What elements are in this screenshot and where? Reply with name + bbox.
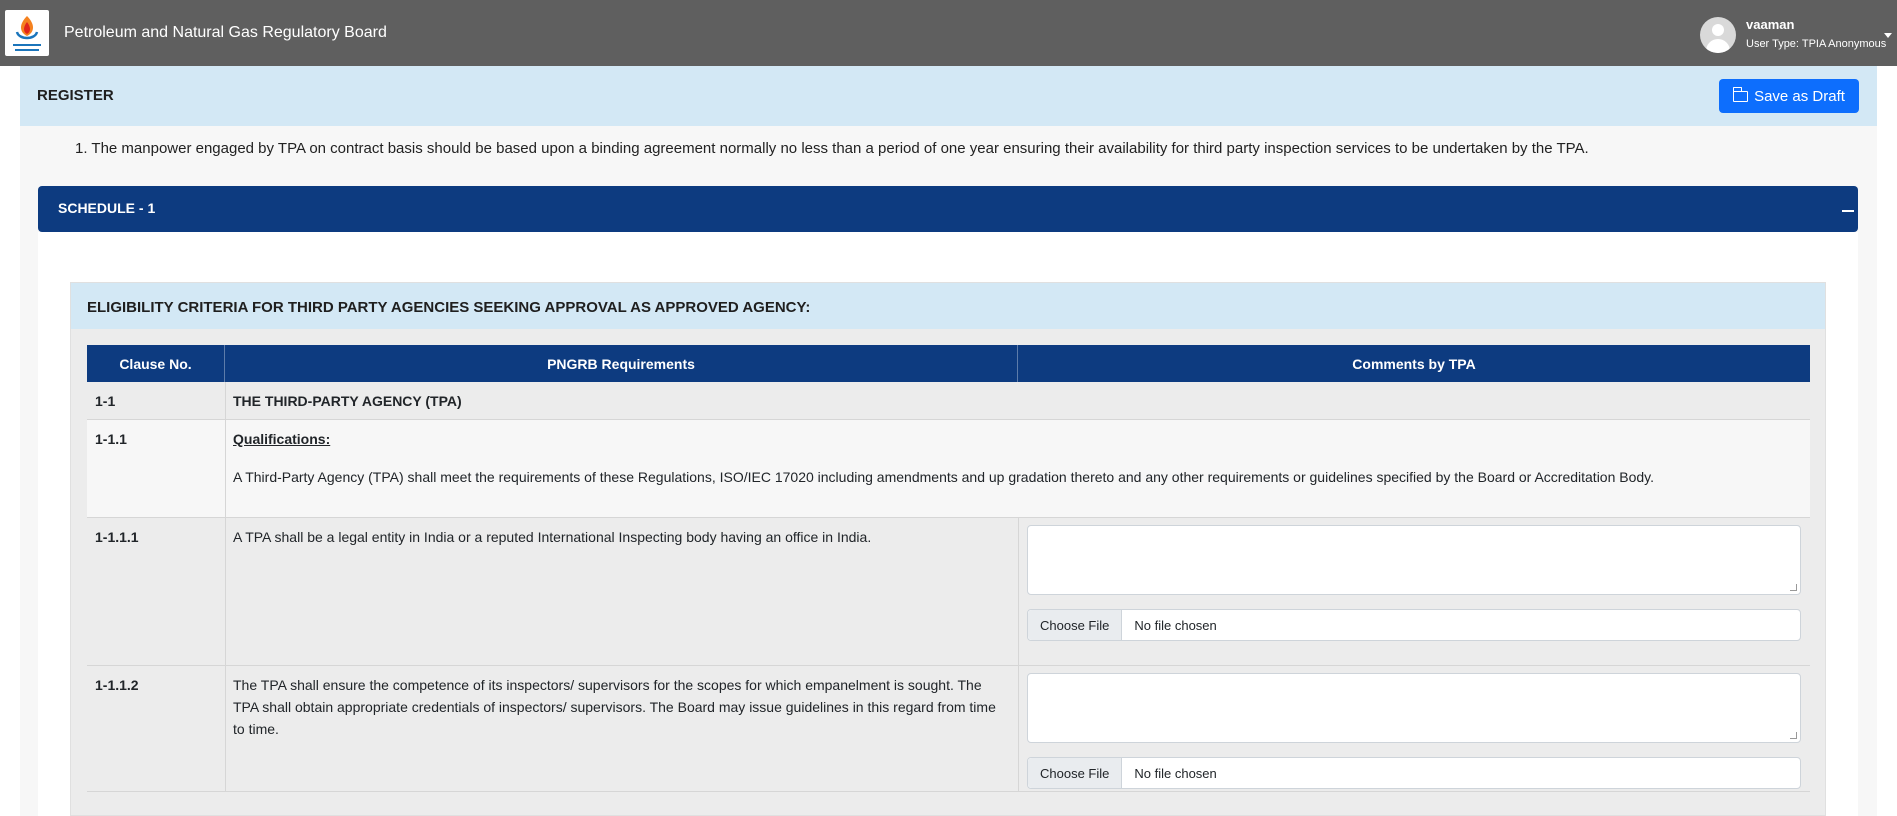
clause-number: 1-1.1 [95,431,127,447]
criteria-title: ELIGIBILITY CRITERIA FOR THIRD PARTY AGE… [87,299,811,316]
user-name[interactable]: vaaman [1746,17,1794,32]
column-header-comments: Comments by TPA [1018,345,1810,382]
user-avatar-icon[interactable] [1700,17,1736,53]
file-status: No file chosen [1134,765,1217,781]
collapse-icon[interactable] [1842,210,1854,212]
table-row: 1-1.1.1 A TPA shall be a legal entity in… [87,518,1810,666]
schedule-title: SCHEDULE - 1 [58,200,156,216]
eligibility-criteria-card: ELIGIBILITY CRITERIA FOR THIRD PARTY AGE… [70,282,1826,816]
table-row: 1-1.1 Qualifications: A Third-Party Agen… [87,420,1810,518]
user-type: User Type: TPIA Anonymous [1746,38,1887,50]
user-menu-caret-icon[interactable] [1884,33,1892,38]
comment-textarea[interactable] [1027,673,1801,743]
requirement-text: A Third-Party Agency (TPA) shall meet th… [233,469,1655,485]
app-title: Petroleum and Natural Gas Regulatory Boa… [64,24,387,41]
clause-number: 1-1.1.2 [95,677,139,693]
save-as-draft-label: Save as Draft [1754,87,1845,105]
schedule-1-header[interactable]: SCHEDULE - 1 [38,186,1858,232]
table-row: 1-1.1.2 The TPA shall ensure the compete… [87,666,1810,792]
column-header-clause: Clause No. [87,345,225,382]
register-bar: REGISTER Save as Draft [20,66,1877,126]
top-bar: Petroleum and Natural Gas Regulatory Boa… [0,0,1897,66]
qualifications-heading: Qualifications: [233,431,331,447]
page-title: REGISTER [37,87,114,104]
column-divider [1018,518,1019,792]
requirement-text: THE THIRD-PARTY AGENCY (TPA) [233,393,462,409]
column-header-requirements: PNGRB Requirements [225,345,1018,382]
clause-number: 1-1.1.1 [95,529,139,545]
folder-icon [1732,86,1749,102]
manpower-note: 1. The manpower engaged by TPA on contra… [75,140,1589,157]
requirement-text: The TPA shall ensure the competence of i… [233,677,996,737]
page-content: REGISTER Save as Draft 1. The manpower e… [20,66,1877,816]
save-as-draft-button[interactable]: Save as Draft [1719,79,1859,113]
file-status: No file chosen [1134,617,1217,633]
file-upload-input[interactable]: Choose File No file chosen [1027,609,1801,641]
requirement-text: A TPA shall be a legal entity in India o… [233,529,872,545]
pngrb-logo[interactable] [5,10,49,56]
choose-file-button[interactable]: Choose File [1028,758,1123,788]
column-divider [225,382,226,792]
file-upload-input[interactable]: Choose File No file chosen [1027,757,1801,789]
comment-textarea[interactable] [1027,525,1801,595]
clause-number: 1-1 [95,393,116,409]
criteria-header: ELIGIBILITY CRITERIA FOR THIRD PARTY AGE… [71,283,1825,329]
table-row: 1-1 THE THIRD-PARTY AGENCY (TPA) [87,382,1810,420]
choose-file-button[interactable]: Choose File [1028,610,1123,640]
schedule-1-body: ELIGIBILITY CRITERIA FOR THIRD PARTY AGE… [38,232,1858,816]
